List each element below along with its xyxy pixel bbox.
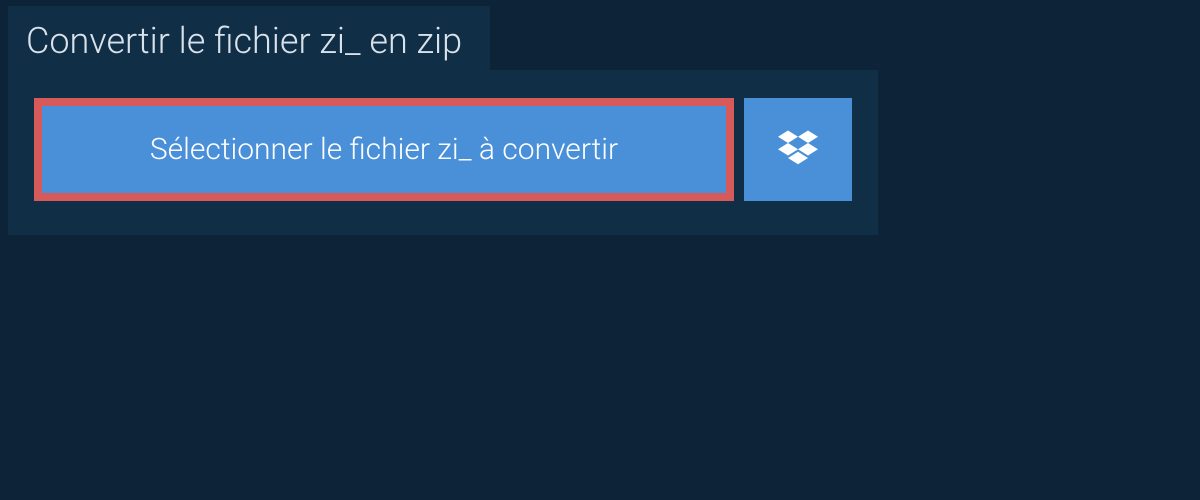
dropbox-button[interactable] <box>744 98 852 201</box>
page-title: Convertir le fichier zi_ en zip <box>8 6 490 80</box>
converter-panel: Convertir le fichier zi_ en zip Sélectio… <box>8 70 878 235</box>
button-row: Sélectionner le fichier zi_ à convertir <box>8 70 878 235</box>
select-file-button[interactable]: Sélectionner le fichier zi_ à convertir <box>34 98 734 201</box>
select-file-label: Sélectionner le fichier zi_ à convertir <box>150 132 618 167</box>
dropbox-icon <box>778 128 818 172</box>
